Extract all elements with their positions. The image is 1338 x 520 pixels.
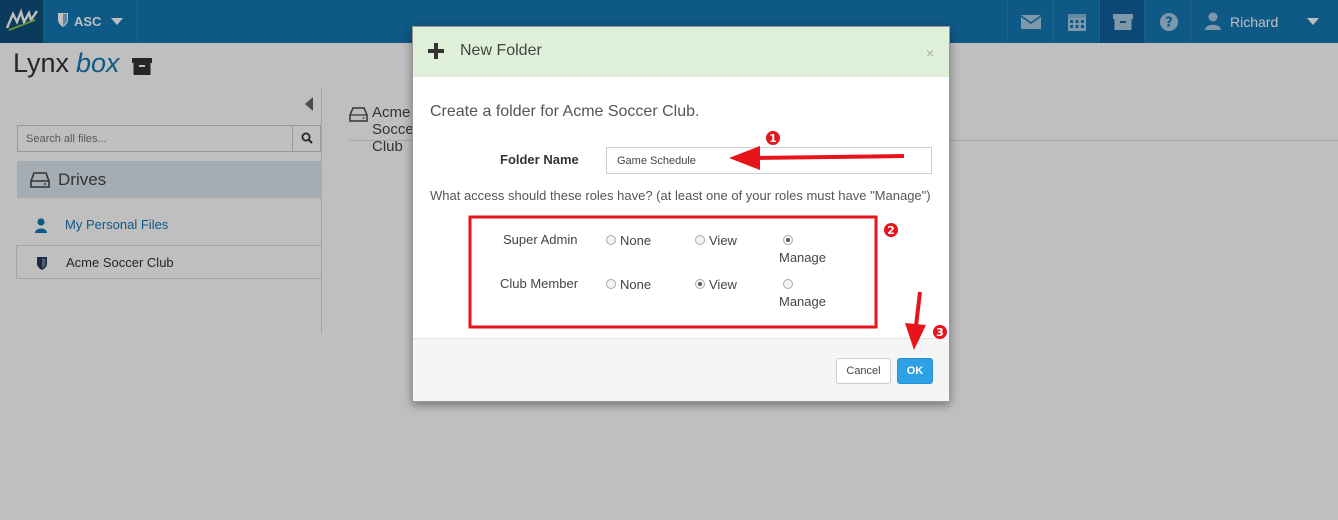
radio-circle <box>606 279 616 289</box>
radio-circle <box>606 235 616 245</box>
dialog-header: New Folder × <box>413 27 949 77</box>
dialog-footer: Cancel OK <box>413 338 949 401</box>
ok-button[interactable]: OK <box>897 358 933 384</box>
radio-circle-selected <box>695 279 705 289</box>
dialog-subtitle: Create a folder for Acme Soccer Club. <box>430 103 700 120</box>
radio-label: Manage <box>779 294 826 309</box>
radio-label: View <box>709 233 737 248</box>
role-label-club-member: Club Member <box>500 276 579 291</box>
cancel-button[interactable]: Cancel <box>836 358 891 384</box>
radio-label: None <box>620 233 652 248</box>
radio-label: View <box>709 277 737 292</box>
radio-label: None <box>620 277 652 292</box>
radio-circle-selected <box>783 235 793 245</box>
dialog-title: New Folder <box>460 42 542 59</box>
folder-name-input[interactable] <box>606 147 932 174</box>
close-button[interactable]: × <box>926 45 934 61</box>
folder-name-label: Folder Name <box>500 152 579 167</box>
radio-circle <box>695 235 705 245</box>
new-folder-dialog: New Folder × Create a folder for Acme So… <box>412 26 950 402</box>
radio-label: Manage <box>779 250 826 265</box>
radio-circle <box>783 279 793 289</box>
plus-icon <box>428 43 444 59</box>
role-label-super-admin: Super Admin <box>503 232 578 247</box>
access-question: What access should these roles have? (at… <box>430 188 931 203</box>
